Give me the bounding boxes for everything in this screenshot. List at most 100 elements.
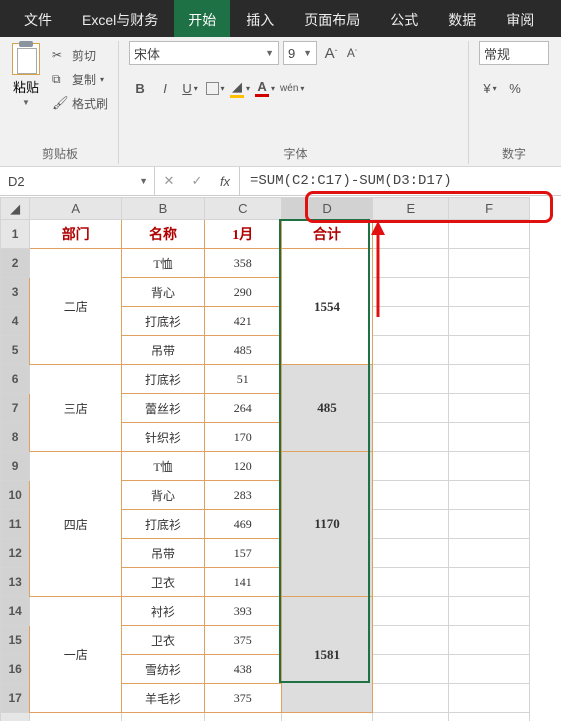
cell-B7[interactable]: 蕾丝衫 [122, 394, 205, 423]
cell-C4[interactable]: 421 [204, 307, 281, 336]
cell-C15[interactable]: 375 [204, 626, 281, 655]
cell-F8[interactable] [449, 423, 530, 452]
cell-F15[interactable] [449, 626, 530, 655]
fx-button[interactable]: fx [211, 167, 239, 195]
cell-E1[interactable] [373, 220, 449, 249]
tab-insert[interactable]: 插入 [232, 0, 288, 37]
cell-C6[interactable]: 51 [204, 365, 281, 394]
cell-F3[interactable] [449, 278, 530, 307]
cell-F16[interactable] [449, 655, 530, 684]
cell-B16[interactable]: 雪纺衫 [122, 655, 205, 684]
cell-E16[interactable] [373, 655, 449, 684]
enter-formula-button[interactable]: ✓ [183, 167, 211, 195]
cell-E7[interactable] [373, 394, 449, 423]
tab-review[interactable]: 审阅 [492, 0, 548, 37]
cell-C13[interactable]: 141 [204, 568, 281, 597]
cell-B11[interactable]: 打底衫 [122, 510, 205, 539]
cell-C8[interactable]: 170 [204, 423, 281, 452]
row-header-10[interactable]: 10 [1, 481, 30, 510]
phonetic-button[interactable]: wén▾ [279, 77, 305, 99]
col-header-F[interactable]: F [449, 198, 530, 220]
cancel-formula-button[interactable]: ✕ [155, 167, 183, 195]
cell-A1[interactable]: 部门 [30, 220, 122, 249]
cell-D14[interactable]: 1581 [281, 597, 373, 713]
col-header-D[interactable]: D [281, 198, 373, 220]
row-header-6[interactable]: 6 [1, 365, 30, 394]
decrease-font-button[interactable]: Aˇ [342, 41, 362, 65]
cell-F4[interactable] [449, 307, 530, 336]
row-header-18[interactable]: 18 [1, 713, 30, 721]
cell-E11[interactable] [373, 510, 449, 539]
cell-E5[interactable] [373, 336, 449, 365]
row-header-5[interactable]: 5 [1, 336, 30, 365]
cell-F9[interactable] [449, 452, 530, 481]
cell-C17[interactable]: 375 [204, 684, 281, 713]
fill-color-button[interactable]: ◢▾ [229, 77, 251, 99]
cell-E3[interactable] [373, 278, 449, 307]
cell-A18[interactable] [30, 713, 122, 721]
cell-D2[interactable]: 1554 [281, 249, 373, 365]
cell-E6[interactable] [373, 365, 449, 394]
cell-B3[interactable]: 背心 [122, 278, 205, 307]
italic-button[interactable]: I [154, 77, 176, 99]
row-header-16[interactable]: 16 [1, 655, 30, 684]
row-header-3[interactable]: 3 [1, 278, 30, 307]
cell-C3[interactable]: 290 [204, 278, 281, 307]
cell-D9[interactable]: 1170 [281, 452, 373, 597]
cell-F12[interactable] [449, 539, 530, 568]
cell-B12[interactable]: 吊带 [122, 539, 205, 568]
cell-B17[interactable]: 羊毛衫 [122, 684, 205, 713]
cell-E9[interactable] [373, 452, 449, 481]
cell-B10[interactable]: 背心 [122, 481, 205, 510]
increase-font-button[interactable]: Aˆ [321, 41, 341, 65]
tab-data[interactable]: 数据 [434, 0, 490, 37]
cell-E17[interactable] [373, 684, 449, 713]
font-color-button[interactable]: A▾ [254, 77, 276, 99]
number-format-combo[interactable]: 常规 [479, 41, 549, 65]
cell-B13[interactable]: 卫衣 [122, 568, 205, 597]
row-header-8[interactable]: 8 [1, 423, 30, 452]
cell-E14[interactable] [373, 597, 449, 626]
font-name-combo[interactable]: 宋体 ▼ [129, 41, 279, 65]
paste-button[interactable]: 粘贴 ▼ [8, 41, 44, 143]
underline-button[interactable]: U▾ [179, 77, 201, 99]
cell-D1[interactable]: 合计 [281, 220, 373, 249]
name-box[interactable]: D2 ▼ [0, 167, 155, 195]
col-header-C[interactable]: C [204, 198, 281, 220]
cell-F17[interactable] [449, 684, 530, 713]
col-header-E[interactable]: E [373, 198, 449, 220]
cut-button[interactable]: 剪切 [48, 45, 112, 66]
tab-formulas[interactable]: 公式 [376, 0, 432, 37]
cell-B18[interactable] [122, 713, 205, 721]
copy-button[interactable]: 复制 ▾ [48, 69, 112, 90]
cell-E15[interactable] [373, 626, 449, 655]
cell-C12[interactable]: 157 [204, 539, 281, 568]
bold-button[interactable]: B [129, 77, 151, 99]
cell-B4[interactable]: 打底衫 [122, 307, 205, 336]
percent-button[interactable]: % [504, 77, 526, 99]
cell-F11[interactable] [449, 510, 530, 539]
cell-B1[interactable]: 名称 [122, 220, 205, 249]
cell-B14[interactable]: 衬衫 [122, 597, 205, 626]
worksheet-grid[interactable]: ◢ABCDEF1部门名称1月合计2二店T恤35815543背心2904打底衫42… [0, 197, 561, 721]
select-all-corner[interactable]: ◢ [1, 198, 30, 220]
cell-F6[interactable] [449, 365, 530, 394]
formula-input[interactable]: =SUM(C2:C17)-SUM(D3:D17) [240, 167, 561, 195]
cell-E8[interactable] [373, 423, 449, 452]
cell-B6[interactable]: 打底衫 [122, 365, 205, 394]
font-size-combo[interactable]: 9 ▼ [283, 41, 317, 65]
cell-C7[interactable]: 264 [204, 394, 281, 423]
row-header-15[interactable]: 15 [1, 626, 30, 655]
cell-C2[interactable]: 358 [204, 249, 281, 278]
format-painter-button[interactable]: 格式刷 [48, 93, 112, 114]
tab-home[interactable]: 开始 [174, 0, 230, 37]
row-header-7[interactable]: 7 [1, 394, 30, 423]
cell-E18[interactable] [373, 713, 449, 721]
cell-F18[interactable] [449, 713, 530, 721]
cell-E10[interactable] [373, 481, 449, 510]
cell-A2[interactable]: 二店 [30, 249, 122, 365]
borders-button[interactable]: ▾ [204, 77, 226, 99]
cell-C5[interactable]: 485 [204, 336, 281, 365]
cell-A14[interactable]: 一店 [30, 597, 122, 713]
cell-C18[interactable] [204, 713, 281, 721]
